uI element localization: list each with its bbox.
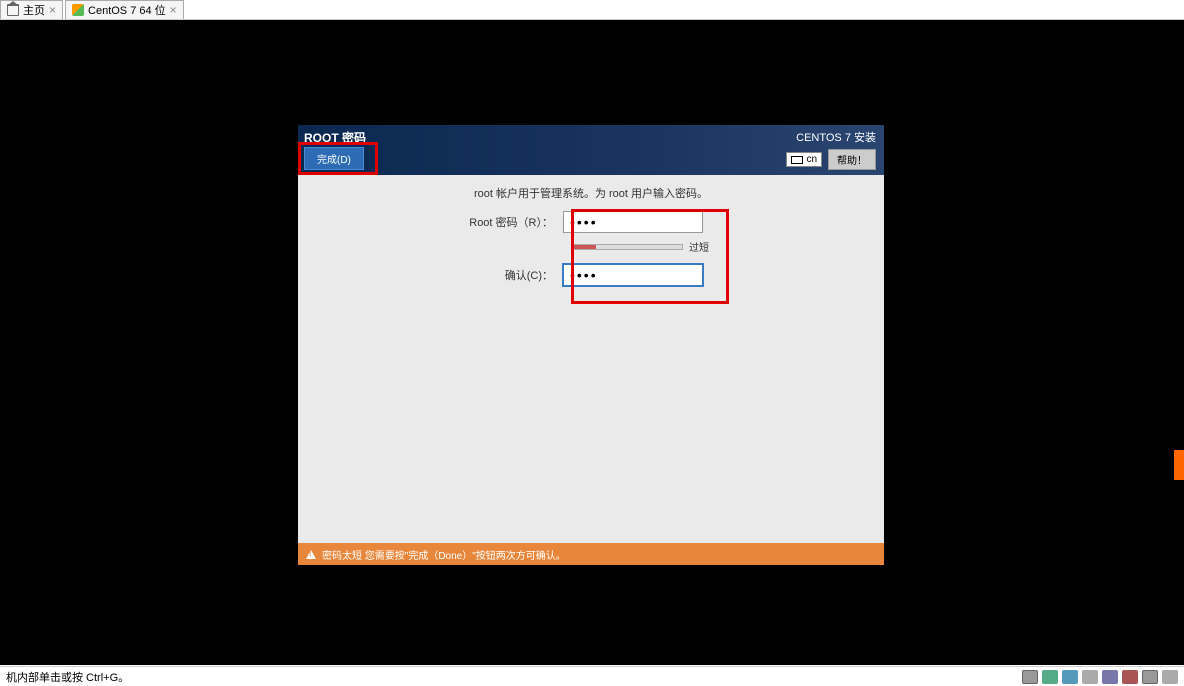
help-button[interactable]: 帮助！ <box>828 149 876 170</box>
installer-subtitle: CENTOS 7 安装 <box>786 129 876 145</box>
installer-header: ROOT 密码 完成(D) CENTOS 7 安装 cn 帮助！ <box>298 125 884 175</box>
close-icon[interactable]: × <box>49 3 56 17</box>
password-strength-meter <box>573 244 683 250</box>
tab-home-label: 主页 <box>23 2 45 18</box>
installer-body: root 帐户用于管理系统。为 root 用户输入密码。 Root 密码（R）：… <box>298 175 884 302</box>
highlight-marker <box>298 142 378 175</box>
vmware-status-bar: 机内部单击或按 Ctrl+G。 <box>0 666 1184 686</box>
tray-icon[interactable] <box>1082 670 1098 684</box>
status-hint: 机内部单击或按 Ctrl+G。 <box>6 669 129 685</box>
warning-bar: 密码太短 您需要按"完成（Done）"按钮两次方可确认。 <box>298 543 884 565</box>
confirm-password-input[interactable] <box>563 264 703 286</box>
tray-icon[interactable] <box>1122 670 1138 684</box>
tray-icon[interactable] <box>1022 670 1038 684</box>
warning-icon <box>306 550 316 559</box>
password-strength-label: 过短 <box>689 239 709 254</box>
side-marker <box>1174 450 1184 480</box>
tray-icon[interactable] <box>1042 670 1058 684</box>
confirm-password-label: 确认(C)： <box>308 267 563 283</box>
tray-icon[interactable] <box>1062 670 1078 684</box>
warning-text: 密码太短 您需要按"完成（Done）"按钮两次方可确认。 <box>322 547 566 562</box>
keyboard-icon <box>791 156 803 164</box>
tab-home[interactable]: 主页 × <box>0 0 63 19</box>
password-form: Root 密码（R）： 过短 确认(C)： <box>308 211 874 286</box>
vm-icon <box>72 4 84 16</box>
language-code: cn <box>806 154 817 165</box>
vm-screen: ROOT 密码 完成(D) CENTOS 7 安装 cn 帮助！ root 帐户… <box>0 20 1184 665</box>
status-tray <box>1022 670 1178 684</box>
intro-text: root 帐户用于管理系统。为 root 用户输入密码。 <box>308 185 874 201</box>
centos-installer-window: ROOT 密码 完成(D) CENTOS 7 安装 cn 帮助！ root 帐户… <box>298 125 884 565</box>
root-password-label: Root 密码（R）： <box>308 214 563 230</box>
tray-icon[interactable] <box>1162 670 1178 684</box>
keyboard-layout-indicator[interactable]: cn <box>786 152 822 167</box>
strength-fill <box>574 245 596 249</box>
close-icon[interactable]: × <box>170 3 177 17</box>
tab-vm[interactable]: CentOS 7 64 位 × <box>65 0 184 19</box>
tray-icon[interactable] <box>1102 670 1118 684</box>
root-password-input[interactable] <box>563 211 703 233</box>
vmware-tabs-bar: 主页 × CentOS 7 64 位 × <box>0 0 1184 20</box>
tab-vm-label: CentOS 7 64 位 <box>88 2 166 18</box>
home-icon <box>7 4 19 16</box>
tray-icon[interactable] <box>1142 670 1158 684</box>
